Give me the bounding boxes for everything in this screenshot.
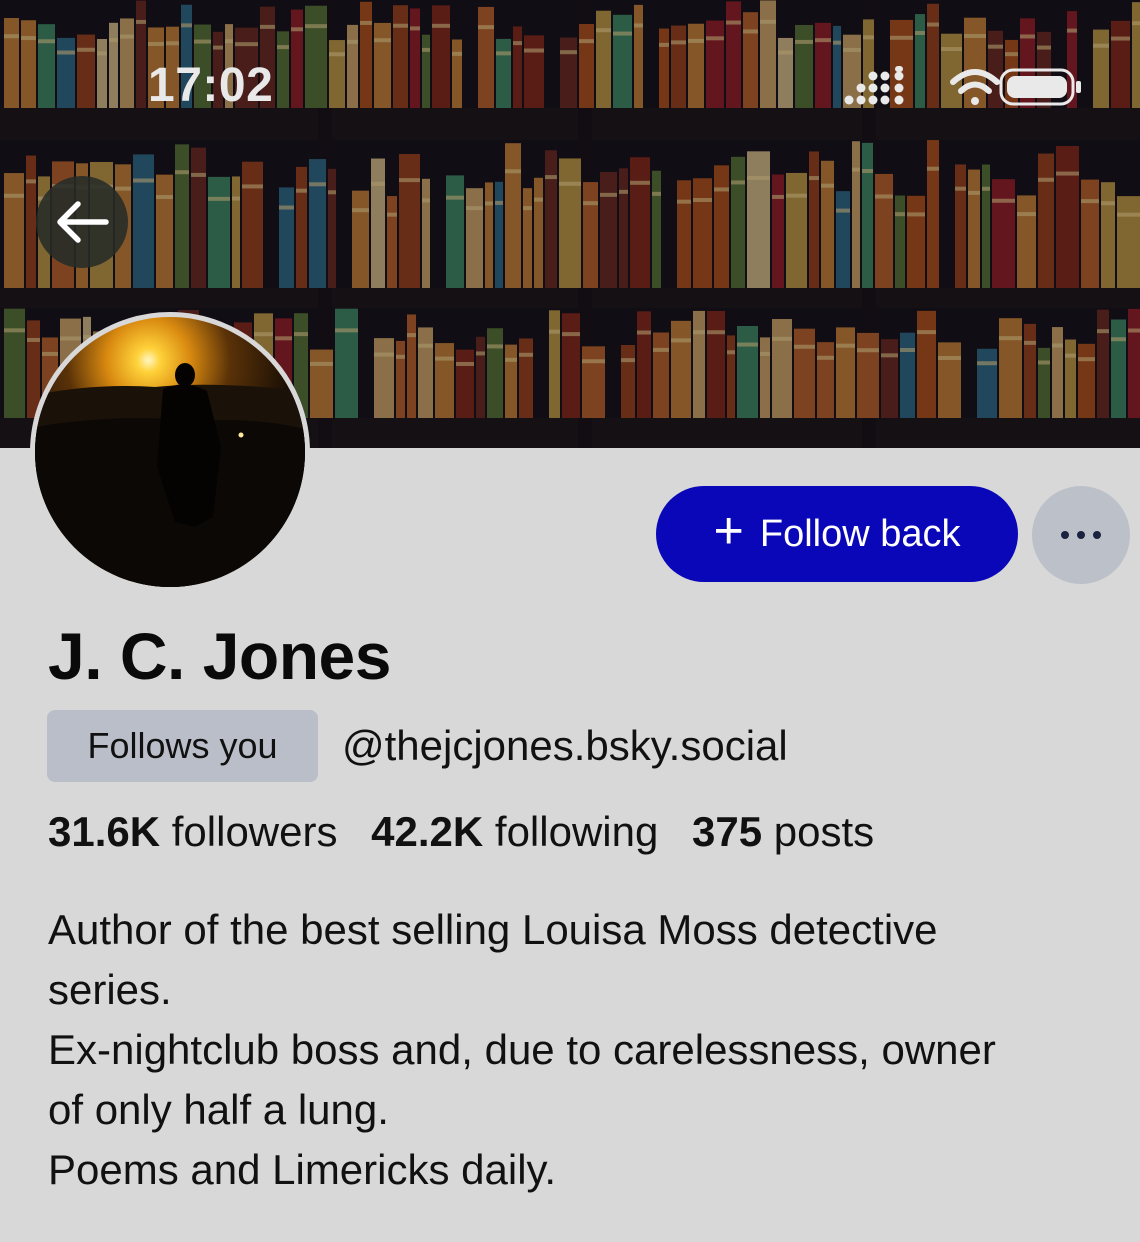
avatar[interactable]	[30, 312, 310, 592]
follows-you-badge: Follows you	[47, 710, 318, 782]
plus-icon: +	[713, 502, 744, 560]
status-time: 17:02	[148, 59, 274, 112]
follows-you-label: Follows you	[87, 725, 278, 766]
avatar-image	[35, 317, 305, 587]
bio-line: of only half a lung.	[48, 1086, 389, 1133]
posts-count: 375	[692, 808, 763, 855]
posts-stat: 375 posts	[692, 808, 874, 855]
signal-icon	[844, 66, 904, 105]
following-label: following	[494, 808, 659, 855]
battery-icon	[999, 68, 1081, 106]
bio-line: Author of the best selling Louisa Moss d…	[48, 906, 938, 953]
follow-back-label: Follow back	[759, 512, 961, 555]
bio-line: Ex-nightclub boss and, due to carelessne…	[48, 1026, 996, 1073]
posts-label: posts	[773, 808, 875, 855]
wifi-icon	[950, 69, 1000, 105]
profile-handle[interactable]: @thejcjones.bsky.social	[342, 722, 788, 770]
followers-label: followers	[171, 808, 338, 855]
more-options-button[interactable]	[1032, 486, 1130, 584]
profile-bio: Author of the best selling Louisa Moss d…	[48, 900, 1128, 1200]
following-count: 42.2K	[371, 808, 484, 855]
back-arrow-icon	[57, 201, 109, 243]
ellipsis-icon	[1061, 531, 1101, 539]
back-button[interactable]	[36, 176, 128, 268]
followers-count: 31.6K	[48, 808, 161, 855]
following-stat[interactable]: 42.2K following	[371, 808, 658, 855]
status-icons	[843, 66, 1083, 110]
followers-stat[interactable]: 31.6K followers	[48, 808, 337, 855]
follow-back-button[interactable]: + Follow back	[656, 486, 1018, 582]
profile-screen: 17:02 + Follow back J. C. Jones Follows …	[0, 0, 1140, 1242]
display-name: J. C. Jones	[48, 619, 391, 693]
bio-line: series.	[48, 966, 172, 1013]
bio-line: Poems and Limericks daily.	[48, 1146, 557, 1193]
profile-stats: 31.6K followers 42.2K following 375 post…	[48, 808, 896, 856]
